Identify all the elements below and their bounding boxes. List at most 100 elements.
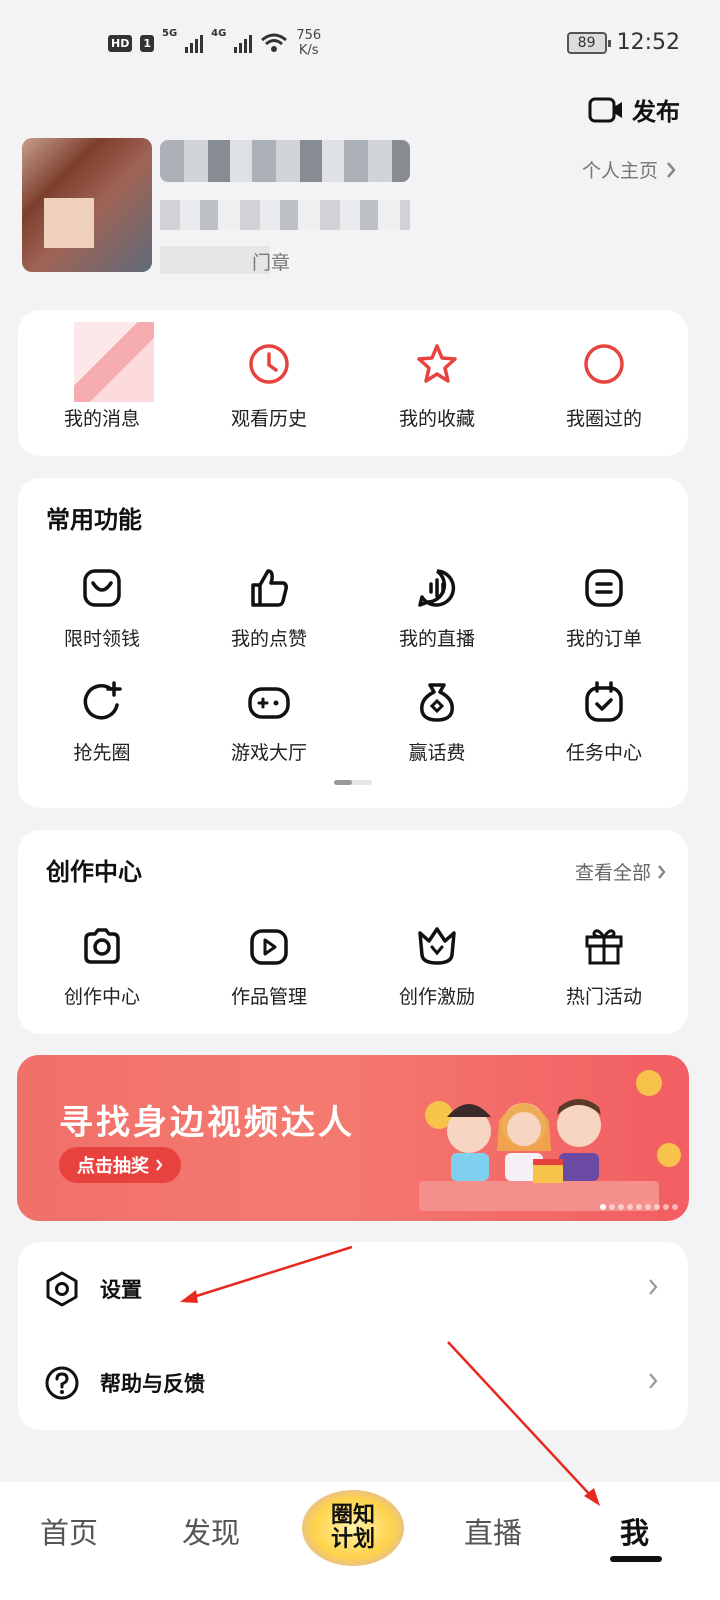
user-info-blurred: [160, 200, 410, 230]
grid-item-label: 限时领钱: [63, 628, 140, 650]
chevron-right-icon: [156, 1159, 163, 1171]
grid-item-label: 创作激励: [398, 986, 475, 1008]
circle-icon: [520, 340, 688, 388]
grid-item-label: 抢先圈: [73, 742, 131, 764]
nav-tab-discover[interactable]: 发现: [182, 1510, 240, 1552]
center-plan-label: 圈知 计划: [330, 1503, 375, 1552]
profile-tail-text: 门章: [252, 252, 291, 274]
view-all-label: 查看全部: [574, 862, 651, 884]
avatar[interactable]: [22, 138, 152, 272]
thumbs-up-icon: [185, 566, 353, 610]
grid-item-label: 创作中心: [63, 986, 140, 1008]
clock-time: 12:52: [616, 30, 680, 55]
chevron-right-icon: [649, 1373, 658, 1389]
grid-item-label: 游戏大厅: [230, 742, 307, 764]
menu-item-settings[interactable]: 设置: [18, 1242, 688, 1336]
grid-item-label: 我的订单: [565, 628, 642, 650]
grid-item-task-center[interactable]: 任务中心: [520, 680, 688, 765]
username-blurred: [160, 140, 410, 182]
nav-tab-home[interactable]: 首页: [40, 1510, 98, 1552]
grid-item-creation-center[interactable]: 创作中心: [18, 924, 186, 1009]
crown-icon: [353, 924, 521, 968]
grid-item-label: 任务中心: [565, 742, 642, 764]
task-icon: [520, 680, 688, 724]
grid-item-label: 赢话费: [408, 742, 466, 764]
common-functions-card: 常用功能 限时领钱 我的点赞 我的直播 我的订单 抢先圈 游戏大厅 赢话费 任务…: [18, 478, 688, 808]
grid-item-label: 我的直播: [398, 628, 475, 650]
quick-item-label: 观看历史: [230, 408, 307, 430]
page-indicator: [334, 780, 372, 785]
nav-tab-live[interactable]: 直播: [464, 1510, 522, 1552]
nav-tab-me[interactable]: 我: [620, 1510, 649, 1552]
quick-item-favorites[interactable]: 我的收藏: [353, 340, 521, 431]
grid-item-early-circle[interactable]: 抢先圈: [18, 680, 186, 765]
menu-item-help-feedback[interactable]: 帮助与反馈: [18, 1336, 688, 1430]
grid-item-game-hall[interactable]: 游戏大厅: [185, 680, 353, 765]
publish-label: 发布: [632, 98, 680, 126]
clock-icon: [185, 340, 353, 388]
lottery-button[interactable]: 点击抽奖: [59, 1147, 181, 1183]
sim-badge: 1: [140, 34, 154, 52]
home-indicator: [610, 1556, 662, 1562]
grid-item-hot-events[interactable]: 热门活动: [520, 924, 688, 1009]
gift-icon: [520, 924, 688, 968]
battery-icon: 89: [566, 31, 611, 54]
camera-icon: [18, 924, 186, 968]
promo-banner[interactable]: 寻找身边视频达人 点击抽奖: [17, 1055, 689, 1221]
network-5g-label: 5G: [162, 28, 178, 39]
personal-homepage-link[interactable]: 个人主页: [582, 156, 676, 183]
help-icon: [44, 1365, 80, 1401]
settings-icon: [44, 1271, 80, 1307]
quick-item-messages[interactable]: 我的消息: [18, 340, 186, 431]
live-icon: [353, 566, 521, 610]
quick-item-label: 我的收藏: [398, 408, 475, 430]
grid-item-likes[interactable]: 我的点赞: [185, 566, 353, 651]
wifi-icon: [261, 33, 288, 52]
quick-item-label: 我的消息: [63, 408, 140, 430]
grid-item-creation-incentive[interactable]: 创作激励: [353, 924, 521, 1009]
view-all-link[interactable]: 查看全部: [575, 858, 666, 885]
money-bag-icon: [353, 680, 521, 724]
circle-plus-icon: [18, 680, 186, 724]
grid-item-works-management[interactable]: 作品管理: [185, 924, 353, 1009]
personal-homepage-label: 个人主页: [581, 160, 658, 182]
chevron-right-icon: [667, 161, 676, 178]
lottery-button-label: 点击抽奖: [77, 1156, 149, 1177]
banner-illustration: [419, 1070, 681, 1211]
nav-tab-center-plan[interactable]: 圈知 计划: [302, 1490, 404, 1566]
coin-bag-icon: [18, 566, 186, 610]
grid-item-label: 我的点赞: [230, 628, 307, 650]
section-title: 创作中心: [46, 858, 142, 886]
network-4g-label: 4G: [211, 28, 227, 39]
menu-item-label: 设置: [100, 1278, 142, 1302]
quick-item-history[interactable]: 观看历史: [185, 340, 353, 431]
section-title: 常用功能: [46, 506, 142, 534]
grid-item-my-live[interactable]: 我的直播: [353, 566, 521, 651]
bottom-nav: 首页 发现 圈知 计划 直播 我: [0, 1482, 720, 1600]
chevron-right-icon: [649, 1279, 658, 1295]
gamepad-icon: [185, 680, 353, 724]
creation-center-card: 创作中心 查看全部 创作中心 作品管理 创作激励 热门活动: [18, 830, 688, 1034]
star-icon: [353, 340, 521, 388]
signal-icon-2: [234, 33, 253, 53]
grid-item-limited-money[interactable]: 限时领钱: [18, 566, 186, 651]
message-icon: [18, 340, 186, 388]
order-icon: [520, 566, 688, 610]
signal-icon: [185, 33, 204, 53]
banner-title: 寻找身边视频达人: [59, 1103, 355, 1143]
grid-item-win-credit[interactable]: 赢话费: [353, 680, 521, 765]
quick-item-label: 我圈过的: [565, 408, 642, 430]
video-icon: [185, 924, 353, 968]
video-camera-icon: [588, 97, 622, 122]
grid-item-label: 热门活动: [565, 986, 642, 1008]
quick-item-circled[interactable]: 我圈过的: [520, 340, 688, 431]
grid-item-orders[interactable]: 我的订单: [520, 566, 688, 651]
quick-actions-card: 我的消息 观看历史 我的收藏 我圈过的: [18, 310, 688, 456]
chevron-right-icon: [658, 864, 666, 879]
hd-badge: HD: [108, 34, 133, 52]
publish-button[interactable]: 发布: [588, 92, 680, 127]
network-speed: 756 K/s: [296, 28, 322, 58]
status-bar: HD 1 5G 4G 756 K/s 89 12:52: [0, 0, 720, 90]
settings-menu-card: 设置 帮助与反馈: [18, 1242, 688, 1430]
banner-page-dots: [600, 1204, 678, 1210]
